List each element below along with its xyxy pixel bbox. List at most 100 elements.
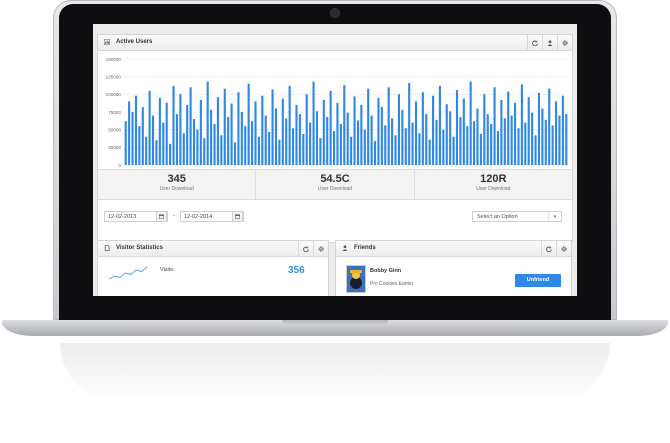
chart-bar: [312, 81, 315, 165]
chart-bar: [274, 108, 278, 165]
chart-bar: [418, 133, 421, 165]
stat-downloads: 345 User Download: [98, 170, 257, 199]
friend-name[interactable]: Bobby Ginn: [370, 268, 401, 274]
refresh-button[interactable]: [541, 241, 556, 256]
chart-bar: [213, 124, 216, 165]
gear-icon: [562, 39, 568, 46]
chart-bar: [271, 89, 274, 165]
chart-bar: [278, 139, 281, 165]
chart-bar: [391, 118, 394, 165]
settings-button[interactable]: [313, 241, 328, 256]
chart-bar: [425, 114, 428, 165]
chart-bar: [466, 126, 469, 165]
chart-bar: [261, 95, 264, 165]
stat-downloads-r: 120R User Download: [415, 170, 572, 199]
chart-bar: [292, 128, 295, 165]
chart-bar: [162, 122, 165, 165]
stat-label: User Download: [159, 186, 194, 192]
chart-bar: [373, 140, 377, 165]
chart-bar: [151, 115, 155, 165]
people-icon: [342, 245, 348, 251]
chart-bar: [500, 99, 503, 165]
refresh-icon: [546, 246, 552, 252]
chart-bar: [220, 135, 223, 165]
chart-bar: [449, 111, 452, 165]
active-users-panel: Active Users 0 25000 50000 75000 100000 12500…: [97, 34, 573, 243]
date-from-input[interactable]: 12-02-2013: [104, 211, 168, 222]
active-users-header: Active Users: [98, 35, 572, 51]
chart-bar: [227, 116, 230, 165]
chart-bar: [199, 99, 202, 165]
visits-value: 356: [288, 265, 305, 276]
chart-bar: [408, 83, 411, 165]
y-tick-label: 25000: [108, 145, 121, 150]
date-from-value: 12-02-2013: [108, 214, 137, 220]
stat-downloads-c: 54.5C User Download: [256, 170, 415, 199]
chart-bar: [295, 104, 298, 165]
chart-bar: [216, 97, 219, 165]
chart-bar: [148, 90, 151, 165]
stat-label: User Download: [476, 186, 511, 192]
chart-bar: [428, 139, 431, 165]
y-tick-label: 125000: [106, 74, 122, 79]
screen: Active Users 0 25000 50000 75000 100000 12500…: [93, 24, 577, 296]
chart-y-ticks: 0 25000 50000 75000 100000 125000 150000: [106, 57, 122, 168]
date-separator: -: [173, 213, 175, 219]
chart-bar: [435, 119, 438, 165]
bar-chart-icon: [104, 39, 110, 45]
chart-bar: [486, 114, 489, 165]
chart-bar: [169, 143, 172, 165]
chart-bar: [230, 103, 233, 165]
refresh-button[interactable]: [298, 241, 313, 256]
chart-bar: [332, 131, 336, 165]
chart-bar: [257, 136, 260, 165]
chart-bar: [534, 135, 537, 165]
settings-button[interactable]: [556, 241, 571, 256]
chart-bar: [158, 97, 161, 165]
chart-bar: [554, 101, 558, 165]
laptop-reflection: [60, 343, 610, 403]
chart-bar: [462, 98, 465, 165]
chart-bar: [223, 88, 226, 165]
chart-bar: [339, 124, 342, 165]
chart-bar: [507, 91, 510, 165]
chart-bar: [288, 85, 291, 165]
y-tick-label: 75000: [108, 110, 121, 115]
avatar[interactable]: [346, 265, 366, 293]
chart-bar: [445, 104, 448, 165]
chart-bar: [452, 136, 455, 165]
option-select[interactable]: Select an Option ▾: [472, 211, 562, 222]
laptop-notch: [282, 320, 388, 326]
refresh-button[interactable]: [527, 35, 542, 50]
chart-bar: [356, 120, 360, 165]
unfriend-button[interactable]: Unfriend: [515, 274, 561, 287]
chart-bar: [527, 97, 530, 165]
gear-icon: [561, 245, 567, 252]
chevron-down-icon: ▾: [548, 212, 561, 221]
date-to-calendar-button[interactable]: [232, 211, 243, 222]
stat-value: 345: [167, 173, 186, 185]
chart-bar: [510, 115, 513, 165]
chart-bar: [285, 118, 288, 165]
chart-bar: [186, 104, 189, 165]
y-tick-label: 150000: [106, 57, 122, 62]
settings-button[interactable]: [557, 35, 572, 50]
friends-header: Friends: [336, 241, 571, 257]
chart-bar: [319, 138, 322, 165]
chart-bar: [377, 97, 380, 165]
date-to-value: 12-02-2014: [184, 214, 213, 220]
calendar-icon: [235, 214, 240, 219]
chart-bar: [165, 102, 168, 165]
chart-bar: [370, 115, 373, 165]
chart-bar: [473, 121, 476, 165]
date-to-input[interactable]: 12-02-2014: [180, 211, 244, 222]
chart-bar: [438, 85, 441, 165]
camera-icon: [331, 9, 339, 17]
refresh-icon: [532, 40, 538, 46]
chart-bar: [367, 88, 370, 165]
chart-bar: [315, 111, 319, 165]
chart-bar: [350, 136, 353, 165]
user-button[interactable]: [542, 35, 557, 50]
date-from-calendar-button[interactable]: [156, 211, 167, 222]
select-placeholder: Select an Option: [477, 214, 518, 220]
